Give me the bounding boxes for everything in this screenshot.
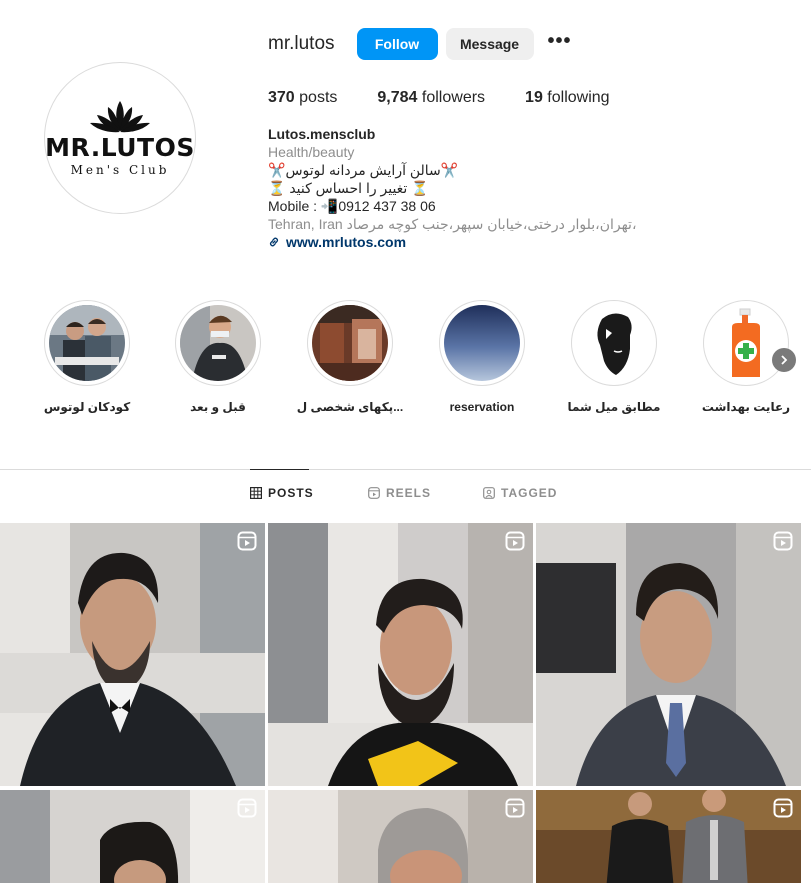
highlight-label: کودکان لوتوس bbox=[43, 400, 131, 414]
highlight-item[interactable]: مطابق میل شما bbox=[549, 300, 679, 414]
bio-line-2: ⏳ تغییر را احساس کنید ⏳ bbox=[268, 180, 429, 196]
following-count[interactable]: 19 following bbox=[525, 89, 610, 107]
posts-count: 370 posts bbox=[268, 89, 337, 107]
highlight-ring bbox=[44, 300, 130, 386]
post-image bbox=[536, 523, 801, 786]
post-tile[interactable] bbox=[268, 790, 533, 883]
post-tile[interactable] bbox=[536, 790, 801, 883]
tab-posts[interactable]: POSTS bbox=[250, 486, 314, 500]
reel-badge-icon bbox=[237, 798, 257, 818]
highlight-ring bbox=[703, 300, 789, 386]
post-image bbox=[268, 790, 533, 883]
highlight-cover-sanitizer bbox=[708, 305, 784, 381]
highlight-cover-interior bbox=[312, 305, 388, 381]
chevron-right-icon bbox=[781, 355, 788, 365]
profile-avatar[interactable]: MR.LUTOS Men's Club bbox=[44, 62, 196, 214]
more-options-icon[interactable]: ••• bbox=[548, 31, 572, 51]
highlight-ring bbox=[571, 300, 657, 386]
highlight-label: مطابق میل شما bbox=[567, 400, 661, 414]
post-tile[interactable] bbox=[0, 523, 265, 786]
profile-info: mr.lutos Follow Message ••• 370 posts 9,… bbox=[268, 28, 788, 251]
followers-count[interactable]: 9,784 followers bbox=[377, 89, 485, 107]
highlight-cover-sky bbox=[444, 305, 520, 381]
highlight-cover-kids bbox=[49, 305, 125, 381]
highlight-item[interactable]: reservation bbox=[417, 300, 547, 414]
reel-badge-icon bbox=[505, 798, 525, 818]
reel-badge-icon bbox=[773, 531, 793, 551]
posts-count-label: posts bbox=[299, 89, 338, 106]
highlight-item[interactable]: قبل و بعد bbox=[153, 300, 283, 414]
grid-icon bbox=[250, 487, 262, 499]
lotus-icon bbox=[90, 101, 150, 133]
highlights-next-button[interactable] bbox=[772, 348, 796, 372]
username: mr.lutos bbox=[268, 33, 335, 54]
reel-badge-icon bbox=[505, 531, 525, 551]
tagged-icon bbox=[483, 487, 495, 499]
tab-tagged-label: TAGGED bbox=[501, 486, 558, 500]
link-icon bbox=[269, 237, 279, 247]
logo-tagline: Men's Club bbox=[70, 163, 170, 177]
post-image bbox=[0, 790, 265, 883]
profile-tabs: POSTS REELS TAGGED bbox=[0, 486, 811, 508]
profile-bio: Lutos.mensclub Health/beauty ✂️سالن آرای… bbox=[268, 125, 788, 251]
profile-actions-row: mr.lutos Follow Message ••• bbox=[268, 28, 788, 60]
bio-link-text[interactable]: www.mrlutos.com bbox=[286, 233, 406, 251]
post-tile[interactable] bbox=[536, 523, 801, 786]
tab-reels-label: REELS bbox=[386, 486, 432, 500]
followers-count-label: followers bbox=[421, 89, 486, 106]
bio-address: Tehran, Iran تهران،بلوار درختی،خیابان سپ… bbox=[268, 216, 637, 232]
highlight-item[interactable]: کودکان لوتوس bbox=[22, 300, 152, 414]
post-image bbox=[0, 523, 265, 786]
post-image bbox=[536, 790, 801, 883]
highlight-ring bbox=[175, 300, 261, 386]
tab-active-indicator bbox=[250, 469, 309, 470]
bio-link[interactable]: www.mrlutos.com bbox=[268, 233, 788, 251]
story-highlights: کودکان لوتوس قبل و بعد پکهای شخصی ل... r… bbox=[0, 300, 811, 430]
profile-stats: 370 posts 9,784 followers 19 following bbox=[268, 89, 788, 107]
post-image bbox=[268, 523, 533, 786]
highlight-ring bbox=[307, 300, 393, 386]
tabs-divider bbox=[0, 469, 811, 470]
reels-icon bbox=[368, 487, 380, 499]
reel-badge-icon bbox=[237, 531, 257, 551]
highlight-cover-before-after bbox=[180, 305, 256, 381]
highlight-cover-beard-man bbox=[576, 305, 652, 381]
bio-line-1: ✂️سالن آرایش مردانه لوتوس✂️ bbox=[268, 162, 459, 178]
reel-badge-icon bbox=[773, 798, 793, 818]
message-button[interactable]: Message bbox=[445, 28, 534, 60]
post-tile[interactable] bbox=[268, 523, 533, 786]
tab-posts-label: POSTS bbox=[268, 486, 314, 500]
post-tile[interactable] bbox=[0, 790, 265, 883]
tab-tagged[interactable]: TAGGED bbox=[483, 486, 557, 500]
following-count-value: 19 bbox=[525, 89, 543, 106]
brand-logo: MR.LUTOS Men's Club bbox=[45, 99, 195, 177]
following-count-label: following bbox=[547, 89, 610, 106]
highlight-ring bbox=[439, 300, 525, 386]
profile-category: Health/beauty bbox=[268, 144, 355, 160]
followers-count-value: 9,784 bbox=[377, 89, 418, 106]
posts-count-value: 370 bbox=[268, 89, 295, 106]
highlight-label: پکهای شخصی ل... bbox=[296, 400, 404, 414]
tab-reels[interactable]: REELS bbox=[368, 486, 431, 500]
follow-button[interactable]: Follow bbox=[356, 28, 438, 60]
highlight-label: رعایت بهداشت bbox=[701, 400, 791, 414]
highlight-label: reservation bbox=[449, 400, 515, 414]
highlight-item[interactable]: پکهای شخصی ل... bbox=[285, 300, 415, 414]
bio-line-3: Mobile : 📲0912 437 38 06 bbox=[268, 198, 436, 214]
profile-display-name: Lutos.mensclub bbox=[268, 126, 376, 142]
highlight-label: قبل و بعد bbox=[190, 400, 246, 414]
logo-wordmark: MR.LUTOS bbox=[45, 133, 195, 162]
